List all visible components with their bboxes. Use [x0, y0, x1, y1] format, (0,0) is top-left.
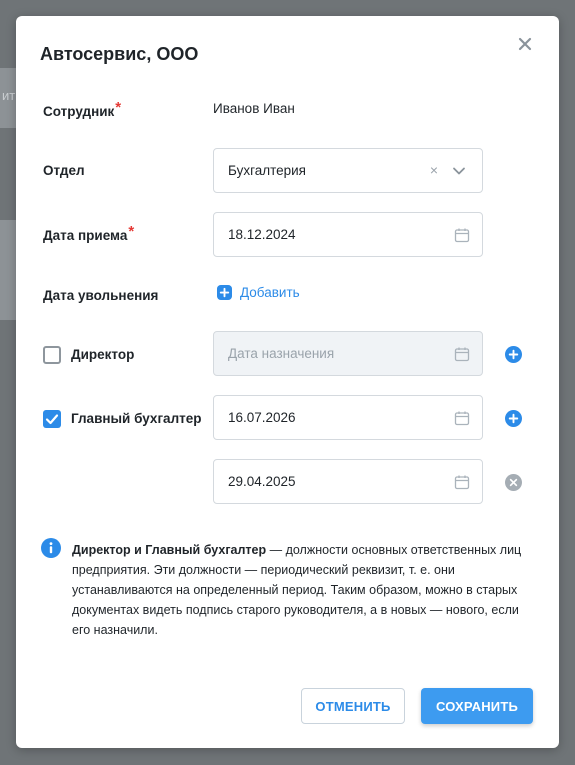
employee-modal: Автосервис, ООО Сотрудник* Иванов Иван О… [16, 16, 559, 748]
required-mark: * [128, 223, 135, 240]
hire-date-value: 18.12.2024 [228, 227, 296, 242]
cancel-button[interactable]: ОТМЕНИТЬ [301, 688, 405, 724]
chief-accountant-date-value: 16.07.2026 [228, 410, 296, 425]
department-select[interactable]: Бухгалтерия × [213, 148, 483, 193]
save-button[interactable]: СОХРАНИТЬ [421, 688, 533, 724]
employee-value: Иванов Иван [213, 101, 295, 116]
calendar-icon[interactable] [454, 346, 470, 362]
chief-accountant-date-value-2: 29.04.2025 [228, 474, 296, 489]
chevron-down-icon[interactable] [452, 164, 466, 178]
remove-date-icon[interactable] [505, 474, 522, 491]
department-value: Бухгалтерия [228, 163, 306, 178]
calendar-icon[interactable] [454, 410, 470, 426]
employee-label: Сотрудник* [43, 99, 121, 120]
calendar-icon[interactable] [454, 227, 470, 243]
hire-date-label: Дата приема* [43, 223, 134, 244]
background-partial-text: ит [2, 88, 16, 103]
chief-accountant-date-input-2[interactable]: 29.04.2025 [213, 459, 483, 504]
checkmark-icon [45, 414, 59, 425]
chief-accountant-label: Главный бухгалтер [71, 411, 202, 426]
director-checkbox[interactable] [43, 346, 61, 364]
info-text-body: — должности основных ответственных лиц п… [72, 543, 522, 637]
hire-date-label-text: Дата приема [43, 228, 128, 243]
clear-icon[interactable]: × [430, 162, 438, 178]
plus-icon [217, 285, 232, 300]
director-label: Директор [71, 347, 135, 362]
info-text-bold: Директор и Главный бухгалтер [72, 543, 267, 557]
add-dismissal-date-label: Добавить [240, 285, 300, 300]
chief-accountant-date-input[interactable]: 16.07.2026 [213, 395, 483, 440]
close-icon[interactable] [515, 34, 535, 54]
department-label: Отдел [43, 163, 85, 178]
required-mark: * [115, 99, 122, 116]
hire-date-input[interactable]: 18.12.2024 [213, 212, 483, 257]
dismissal-date-label: Дата увольнения [43, 288, 159, 303]
info-icon [41, 538, 61, 558]
modal-title: Автосервис, ООО [40, 44, 199, 64]
employee-label-text: Сотрудник [43, 104, 115, 119]
info-text: Директор и Главный бухгалтер — должности… [72, 540, 534, 640]
director-date-input[interactable]: Дата назначения [213, 331, 483, 376]
add-director-date-icon[interactable] [505, 346, 522, 363]
add-dismissal-date-button[interactable]: Добавить [217, 285, 300, 300]
add-chief-accountant-date-icon[interactable] [505, 410, 522, 427]
chief-accountant-checkbox[interactable] [43, 410, 61, 428]
calendar-icon[interactable] [454, 474, 470, 490]
director-date-placeholder: Дата назначения [228, 346, 335, 361]
